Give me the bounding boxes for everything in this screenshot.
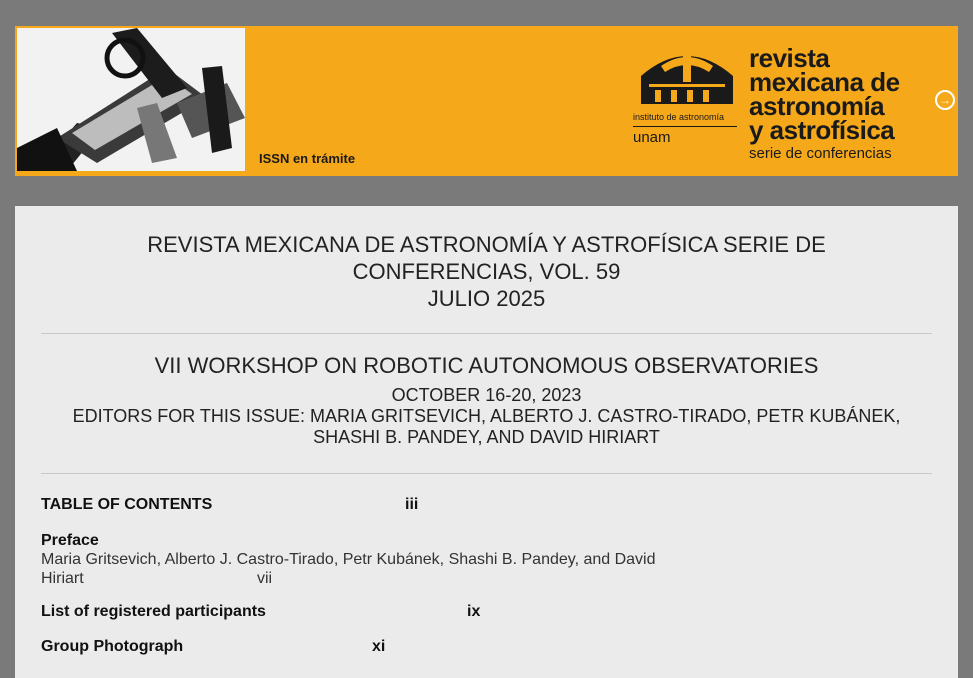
next-arrow-icon[interactable]: → bbox=[935, 90, 955, 110]
table-of-contents: TABLE OF CONTENTS iii Preface Maria Grit… bbox=[41, 496, 921, 658]
logo-institute-text: instituto de astronomía bbox=[633, 112, 725, 122]
toc-item-page: ix bbox=[467, 603, 481, 620]
toc-item-page: xi bbox=[372, 638, 386, 655]
toc-heading-label: TABLE OF CONTENTS bbox=[41, 496, 213, 513]
journal-title-line: REVISTA MEXICANA DE ASTRONOMÍA Y ASTROFÍ… bbox=[147, 232, 826, 284]
toc-item-title-link[interactable]: List of registered participants bbox=[41, 603, 266, 620]
issue-editors: EDITORS FOR THIS ISSUE: MARIA GRITSEVICH… bbox=[72, 406, 901, 447]
toc-item-authors: Maria Gritsevich, Alberto J. Castro-Tira… bbox=[41, 551, 656, 568]
journal-date: JULIO 2025 bbox=[427, 286, 546, 311]
toc-heading-page: iii bbox=[405, 496, 419, 513]
toc-item-title-link[interactable]: Group Photograph bbox=[41, 638, 183, 655]
content-panel: REVISTA MEXICANA DE ASTRONOMÍA Y ASTROFÍ… bbox=[15, 206, 958, 678]
toc-item-authors-cont: Hiriart bbox=[41, 570, 84, 587]
issue-meta: OCTOBER 16-20, 2023 EDITORS FOR THIS ISS… bbox=[15, 385, 958, 448]
logo-title: revista mexicana de astronomía y astrofí… bbox=[749, 45, 900, 145]
logo-title-line: y astrofísica bbox=[749, 115, 895, 145]
journal-logo[interactable]: instituto de astronomía unam revista mex… bbox=[631, 40, 951, 170]
toc-heading: TABLE OF CONTENTS iii bbox=[41, 496, 921, 516]
divider bbox=[41, 473, 932, 474]
logo-subtitle: serie de conferencias bbox=[749, 145, 892, 162]
toc-item-title-link[interactable]: Preface bbox=[41, 532, 99, 549]
observatory-dome-icon bbox=[641, 52, 733, 104]
journal-title: REVISTA MEXICANA DE ASTRONOMÍA Y ASTROFÍ… bbox=[15, 231, 958, 312]
logo-unam-text: unam bbox=[633, 126, 737, 146]
toc-item-preface: Preface Maria Gritsevich, Alberto J. Cas… bbox=[41, 532, 921, 588]
toc-item-page: vii bbox=[257, 570, 273, 587]
journal-banner: ISSN en trámite instituto de astronomía … bbox=[15, 26, 958, 176]
toc-item-group-photo: Group Photograph xi bbox=[41, 638, 921, 658]
workshop-dates: OCTOBER 16-20, 2023 bbox=[391, 385, 582, 405]
telescope-photo bbox=[17, 28, 245, 171]
issn-label: ISSN en trámite bbox=[259, 151, 356, 166]
toc-item-participants: List of registered participants ix bbox=[41, 603, 921, 623]
divider bbox=[41, 333, 932, 334]
workshop-title: VII WORKSHOP ON ROBOTIC AUTONOMOUS OBSER… bbox=[154, 353, 819, 378]
